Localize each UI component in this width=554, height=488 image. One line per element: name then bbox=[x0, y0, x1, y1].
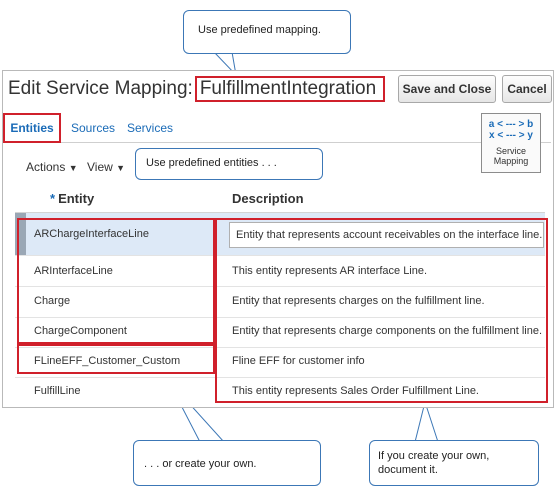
callout-predefined-mapping: Use predefined mapping. bbox=[183, 10, 351, 54]
mapping-glyph-line1: a < --- > b bbox=[488, 119, 534, 130]
callout-predefined-entities: Use predefined entities . . . bbox=[135, 148, 323, 180]
custom-entity-highlight bbox=[17, 344, 215, 374]
page-title-prefix: Edit Service Mapping: bbox=[8, 78, 193, 99]
document-callout-tail bbox=[414, 400, 439, 443]
view-label: View bbox=[87, 160, 113, 174]
callout-create-your-own: . . . or create your own. bbox=[133, 440, 321, 486]
callout-document-it: If you create your own, document it. bbox=[369, 440, 539, 486]
entity-column-label: Entity bbox=[58, 191, 95, 206]
description-column-header[interactable]: Description bbox=[232, 191, 304, 206]
actions-menu[interactable]: Actions ▼ bbox=[26, 160, 78, 174]
service-mapping-label2: Mapping bbox=[493, 156, 529, 166]
predefined-entities-highlight bbox=[17, 218, 215, 344]
mapping-name: FulfillmentIntegration bbox=[194, 76, 386, 102]
service-mapping-icon[interactable]: a < --- > b x < --- > y Service Mapping bbox=[481, 113, 541, 173]
entity-cell: FulfillLine bbox=[34, 385, 81, 397]
tab-entities[interactable]: Entities bbox=[3, 113, 61, 143]
page-title: Edit Service Mapping: FulfillmentIntegrat… bbox=[8, 76, 386, 102]
save-and-close-button[interactable]: Save and Close bbox=[398, 75, 496, 103]
tab-sources[interactable]: Sources bbox=[71, 121, 115, 135]
service-mapping-label1: Service bbox=[495, 146, 526, 156]
entity-column-header[interactable]: * Entity bbox=[50, 191, 94, 206]
actions-label: Actions bbox=[26, 160, 66, 174]
required-marker: * bbox=[50, 191, 56, 206]
cancel-button[interactable]: Cancel bbox=[502, 75, 552, 103]
tabs-divider bbox=[3, 142, 551, 143]
view-menu[interactable]: View ▼ bbox=[87, 160, 125, 174]
chevron-down-icon: ▼ bbox=[116, 163, 126, 173]
tab-services[interactable]: Services bbox=[127, 121, 173, 135]
mapping-glyph-line2: x < --- > y bbox=[489, 130, 533, 141]
chevron-down-icon: ▼ bbox=[68, 163, 78, 173]
descriptions-highlight bbox=[215, 218, 548, 403]
